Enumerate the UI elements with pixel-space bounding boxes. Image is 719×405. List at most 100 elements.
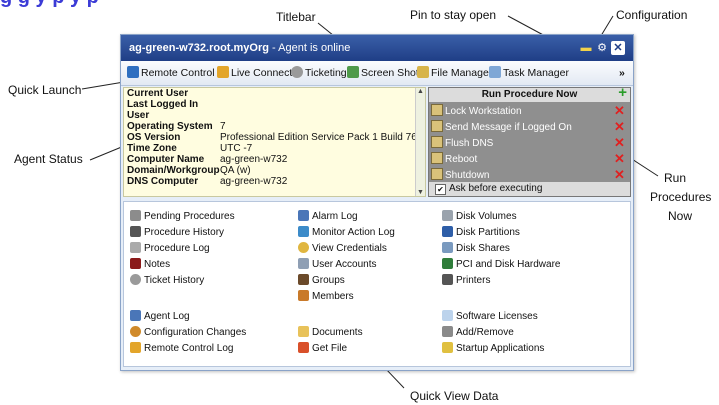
task-manager-button[interactable]: Task Manager bbox=[489, 61, 569, 85]
ask-before-executing-checkbox[interactable]: ✔ bbox=[435, 184, 446, 195]
link-disk-volumes[interactable]: Disk Volumes bbox=[442, 210, 517, 223]
link-add-remove[interactable]: Add/Remove bbox=[442, 326, 514, 339]
link-startup-applications[interactable]: Startup Applications bbox=[442, 342, 544, 355]
live-connect-button[interactable]: Live Connect bbox=[217, 61, 292, 85]
status-row: Last Logged In bbox=[124, 99, 425, 110]
run-procedure-title: Run Procedure Now bbox=[481, 89, 578, 100]
link-pending-procedures[interactable]: Pending Procedures bbox=[130, 210, 235, 223]
link-alarm-log[interactable]: Alarm Log bbox=[298, 210, 358, 223]
file-manager-button[interactable]: File Manager bbox=[417, 61, 492, 85]
procedure-send-message[interactable]: Send Message if Logged On bbox=[431, 120, 610, 134]
link-ticket-history[interactable]: Ticket History bbox=[130, 274, 204, 287]
callout-configuration: Configuration bbox=[616, 8, 688, 22]
link-procedure-log[interactable]: Procedure Log bbox=[130, 242, 210, 255]
remove-procedure-icon[interactable]: ✕ bbox=[614, 152, 626, 166]
remote-control-icon bbox=[127, 66, 139, 78]
status-key: Current User bbox=[127, 88, 189, 99]
status-value: UTC -7 bbox=[220, 143, 253, 154]
procedure-label: Flush DNS bbox=[445, 138, 494, 149]
add-remove-icon bbox=[442, 326, 453, 337]
members-icon bbox=[298, 290, 309, 301]
agent-name: ag-green-w732.root.myOrg bbox=[129, 42, 269, 54]
status-row: OS Version Professional Edition Service P… bbox=[124, 132, 425, 143]
link-software-licenses[interactable]: Software Licenses bbox=[442, 310, 538, 323]
callout-titlebar: Titlebar bbox=[276, 10, 316, 24]
status-row: Operating System 7 bbox=[124, 121, 425, 132]
folder-icon bbox=[298, 326, 309, 337]
titlebar[interactable]: ag-green-w732.root.myOrg - Agent is onli… bbox=[121, 35, 633, 61]
link-label: Pending Procedures bbox=[144, 211, 235, 222]
link-monitor-action-log[interactable]: Monitor Action Log bbox=[298, 226, 395, 239]
procedure-reboot[interactable]: Reboot bbox=[431, 152, 610, 166]
ask-before-executing[interactable]: ✔ Ask before executing bbox=[429, 182, 630, 196]
agent-window: ag-green-w732.root.myOrg - Agent is onli… bbox=[120, 34, 634, 371]
link-label: Software Licenses bbox=[456, 311, 538, 322]
procedure-lock-workstation[interactable]: Lock Workstation bbox=[431, 104, 610, 118]
page-heading-fragment: g g y p y p bbox=[0, 0, 719, 10]
close-icon[interactable]: ✕ bbox=[611, 41, 625, 55]
procedure-history-icon bbox=[130, 226, 141, 237]
toolbar-overflow-button[interactable]: » bbox=[619, 61, 625, 85]
link-notes[interactable]: Notes bbox=[130, 258, 170, 271]
remove-procedure-icon[interactable]: ✕ bbox=[614, 136, 626, 150]
ask-before-executing-label: Ask before executing bbox=[449, 183, 543, 194]
procedure-flush-dns[interactable]: Flush DNS bbox=[431, 136, 610, 150]
file-manager-icon bbox=[417, 66, 429, 78]
procedure-log-icon bbox=[130, 242, 141, 253]
link-label: Remote Control Log bbox=[144, 343, 234, 354]
link-label: Get File bbox=[312, 343, 348, 354]
procedure-label: Shutdown bbox=[445, 170, 490, 181]
status-key: Domain/Workgroup bbox=[127, 165, 220, 176]
remote-control-button[interactable]: Remote Control bbox=[127, 61, 215, 85]
remove-procedure-icon[interactable]: ✕ bbox=[614, 120, 626, 134]
link-label: Disk Volumes bbox=[456, 211, 517, 222]
screen-shot-button[interactable]: Screen Shot bbox=[347, 61, 419, 85]
remote-control-log-icon bbox=[130, 342, 141, 353]
ticket-history-icon bbox=[130, 274, 141, 285]
remove-procedure-icon[interactable]: ✕ bbox=[614, 104, 626, 118]
hardware-icon bbox=[442, 258, 453, 269]
link-label: User Accounts bbox=[312, 259, 377, 270]
status-value: QA (w) bbox=[220, 165, 251, 176]
link-get-file[interactable]: Get File bbox=[298, 342, 347, 355]
link-configuration-changes[interactable]: Configuration Changes bbox=[130, 326, 246, 339]
procedure-icon bbox=[431, 120, 443, 132]
screen-shot-label: Screen Shot bbox=[361, 67, 419, 79]
callout-quick-view: Quick View Data bbox=[410, 389, 499, 403]
monitor-action-log-icon bbox=[298, 226, 309, 237]
link-label: Documents bbox=[312, 327, 363, 338]
link-remote-control-log[interactable]: Remote Control Log bbox=[130, 342, 234, 355]
add-procedure-icon[interactable]: + bbox=[618, 85, 627, 100]
link-user-accounts[interactable]: User Accounts bbox=[298, 258, 376, 271]
link-members[interactable]: Members bbox=[298, 290, 354, 303]
link-view-credentials[interactable]: View Credentials bbox=[298, 242, 387, 255]
link-label: Startup Applications bbox=[456, 343, 545, 354]
gear-icon[interactable]: ⚙ bbox=[595, 41, 609, 55]
link-disk-partitions[interactable]: Disk Partitions bbox=[442, 226, 520, 239]
pin-icon[interactable]: ▬ bbox=[579, 41, 593, 55]
remove-procedure-icon[interactable]: ✕ bbox=[614, 168, 626, 182]
link-pci-disk-hardware[interactable]: PCI and Disk Hardware bbox=[442, 258, 560, 271]
link-documents[interactable]: Documents bbox=[298, 326, 363, 339]
procedure-shutdown[interactable]: Shutdown bbox=[431, 168, 610, 182]
link-procedure-history[interactable]: Procedure History bbox=[130, 226, 224, 239]
link-disk-shares[interactable]: Disk Shares bbox=[442, 242, 510, 255]
status-value: ag-green-w732 bbox=[220, 154, 288, 165]
status-key: Last Logged In bbox=[127, 99, 199, 110]
scroll-down-icon[interactable]: ▼ bbox=[417, 189, 424, 196]
callout-agent-status: Agent Status bbox=[14, 152, 83, 166]
link-label: Procedure History bbox=[144, 227, 225, 238]
link-printers[interactable]: Printers bbox=[442, 274, 490, 287]
link-label: Configuration Changes bbox=[144, 327, 247, 338]
live-connect-icon bbox=[217, 66, 229, 78]
callout-run-procedures-1: Run bbox=[664, 171, 687, 185]
procedure-label: Reboot bbox=[445, 154, 478, 165]
link-agent-log[interactable]: Agent Log bbox=[130, 310, 190, 323]
link-label: Notes bbox=[144, 259, 171, 270]
status-scrollbar[interactable]: ▲ ▼ bbox=[415, 88, 425, 196]
ticketing-button[interactable]: Ticketing bbox=[291, 61, 347, 85]
link-groups[interactable]: Groups bbox=[298, 274, 345, 287]
scroll-up-icon[interactable]: ▲ bbox=[417, 88, 424, 95]
quick-launch-toolbar: Remote Control Live Connect Ticketing Sc… bbox=[121, 61, 633, 86]
status-row: User bbox=[124, 110, 425, 121]
